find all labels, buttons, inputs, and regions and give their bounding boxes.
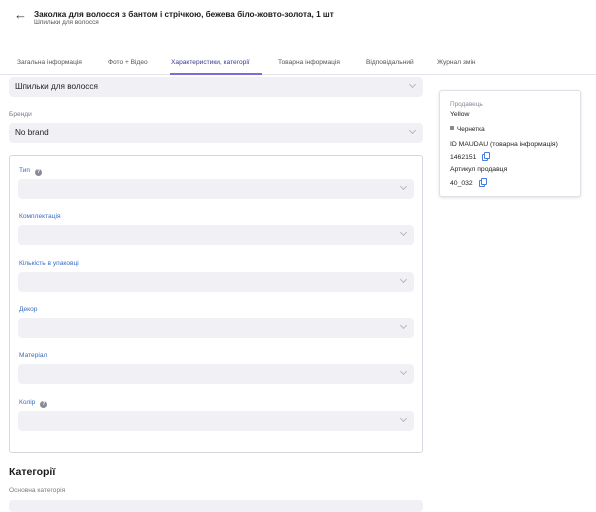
attr-decor-select[interactable] <box>18 318 414 338</box>
page-subtitle: Шпильки для волосся <box>34 19 99 26</box>
sku-value: 40_032 <box>450 180 473 187</box>
status-badge: Чернетка <box>450 126 485 133</box>
seller-label: Продавець <box>450 101 483 108</box>
id-label: ID MAUDAU (товарна інформація) <box>450 141 558 148</box>
help-icon[interactable]: ? <box>40 401 48 408</box>
attr-type-text: Тип <box>19 167 30 174</box>
tab-photo-video[interactable]: Фото + Відео <box>108 59 148 66</box>
attr-quantity-select[interactable] <box>18 272 414 292</box>
attr-kit-label: Комплектація <box>19 213 61 220</box>
brand-label: Бренди <box>9 111 32 118</box>
attr-decor-label: Декор <box>19 306 38 313</box>
chevron-down-icon <box>408 126 417 135</box>
arrow-left-icon[interactable]: ← <box>14 8 27 22</box>
id-row: 1462151 <box>450 152 491 161</box>
attr-material-label: Матеріал <box>19 352 48 359</box>
product-type-value: Шпильки для волосся <box>15 82 98 91</box>
tab-characteristics-categories[interactable]: Характеристики, категорії <box>171 59 250 66</box>
copy-icon[interactable] <box>482 152 491 161</box>
chevron-down-icon <box>399 321 408 330</box>
attributes-panel: Тип? Комплектація Кількість в упаковці Д… <box>9 155 423 453</box>
attr-type-select[interactable] <box>18 179 414 199</box>
sku-row: 40_032 <box>450 178 487 187</box>
chevron-down-icon <box>399 182 408 191</box>
tab-product-info[interactable]: Товарна інформація <box>278 59 340 66</box>
sku-label: Артикул продавця <box>450 166 508 173</box>
tab-general-info[interactable]: Загальна інформація <box>17 59 82 66</box>
chevron-down-icon <box>399 367 408 376</box>
main-category-label: Основна категорія <box>9 487 66 494</box>
page-header: ← Заколка для волосся з бантом і стрічко… <box>0 0 596 44</box>
attr-color-select[interactable] <box>18 411 414 431</box>
tab-responsible[interactable]: Відповідальний <box>366 59 414 66</box>
main-category-select[interactable] <box>9 500 423 512</box>
chevron-down-icon <box>399 228 408 237</box>
product-type-select[interactable]: Шпильки для волосся <box>9 77 423 97</box>
chevron-down-icon <box>399 275 408 284</box>
status-text: Чернетка <box>457 126 485 133</box>
status-dot-icon <box>450 126 454 130</box>
brand-value: No brand <box>15 128 49 137</box>
chevron-down-icon <box>408 80 417 89</box>
attr-kit-select[interactable] <box>18 225 414 245</box>
attr-color-text: Колір <box>19 399 36 406</box>
categories-title: Категорії <box>9 466 56 478</box>
id-value: 1462151 <box>450 154 477 161</box>
copy-icon[interactable] <box>478 178 487 187</box>
attr-color-label: Колір? <box>19 399 48 408</box>
tab-bar: Загальна інформація Фото + Відео Характе… <box>0 53 596 75</box>
seller-value: Yellow <box>450 111 470 118</box>
help-icon[interactable]: ? <box>35 169 42 176</box>
brand-select[interactable]: No brand <box>9 123 423 143</box>
page-title: Заколка для волосся з бантом і стрічкою,… <box>34 10 334 19</box>
active-tab-indicator <box>170 73 262 75</box>
product-info-card: Продавець Yellow Чернетка ID MAUDAU (тов… <box>439 90 581 197</box>
attr-material-select[interactable] <box>18 364 414 384</box>
attr-quantity-label: Кількість в упаковці <box>19 260 79 267</box>
attr-type-label: Тип? <box>19 167 42 176</box>
tab-change-log[interactable]: Журнал змін <box>437 59 476 66</box>
chevron-down-icon <box>399 414 408 423</box>
